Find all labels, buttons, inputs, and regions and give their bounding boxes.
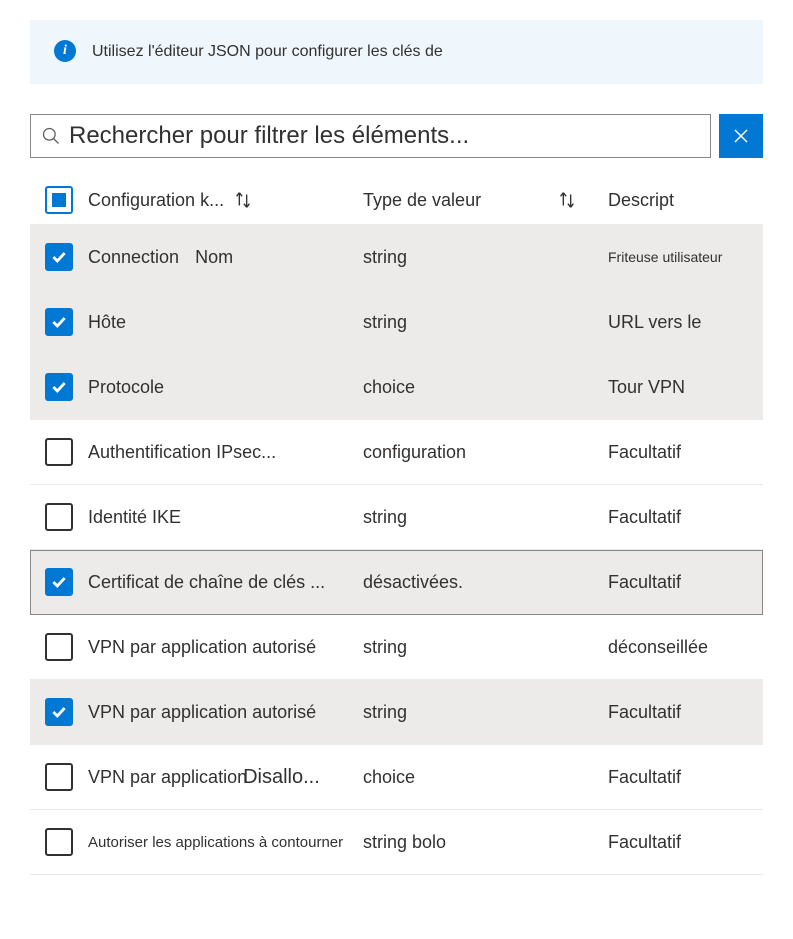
row-name: Authentification IPsec... — [88, 442, 363, 463]
sort-icon — [556, 189, 578, 211]
row-checkbox[interactable] — [45, 698, 73, 726]
row-checkbox[interactable] — [45, 828, 73, 856]
row-type: string — [363, 702, 608, 723]
row-name: Protocole — [88, 377, 363, 398]
table-row[interactable]: Certificat de chaîne de clés ... désactiv… — [30, 550, 763, 615]
row-name: Hôte — [88, 312, 363, 333]
row-name-text: VPN par application autorisé — [88, 637, 316, 658]
row-name: VPN par applicationDisallo... — [88, 766, 363, 789]
row-name: Connection Nom — [88, 247, 363, 268]
column-header-name-label: Configuration k... — [88, 190, 224, 211]
search-icon — [41, 126, 61, 146]
row-name-text: Hôte — [88, 312, 126, 333]
row-description: Friteuse utilisateur — [608, 249, 763, 265]
row-name: Identité IKE — [88, 507, 363, 528]
row-name-text: Connection — [88, 247, 179, 268]
row-checkbox[interactable] — [45, 438, 73, 466]
row-description: URL vers le — [608, 312, 763, 333]
info-banner: i Utilisez l'éditeur JSON pour configure… — [30, 20, 763, 84]
row-description: Facultatif — [608, 507, 763, 528]
select-all-checkbox[interactable] — [45, 186, 73, 214]
row-type: string — [363, 247, 608, 268]
table-row[interactable]: VPN par applicationDisallo...choiceFacul… — [30, 745, 763, 810]
table-row[interactable]: Protocole choiceTour VPN — [30, 355, 763, 420]
row-description: Facultatif — [608, 767, 763, 788]
column-header-description-label: Descript — [608, 190, 674, 211]
row-name-text: Certificat de chaîne de clés ... — [88, 572, 325, 593]
row-name-overlap: Disallo... — [243, 766, 320, 789]
row-type: string bolo — [363, 832, 608, 853]
row-type: string — [363, 637, 608, 658]
row-checkbox[interactable] — [45, 763, 73, 791]
table-row[interactable]: Identité IKE stringFacultatif — [30, 485, 763, 550]
row-description: Facultatif — [608, 442, 763, 463]
row-description: Facultatif — [608, 832, 763, 853]
row-name: Autoriser les applications à contourner — [88, 834, 363, 851]
row-description: Tour VPN — [608, 377, 763, 398]
row-type: string — [363, 312, 608, 333]
row-description: déconseillée — [608, 637, 763, 658]
row-name: VPN par application autorisé — [88, 702, 363, 723]
row-type: choice — [363, 377, 608, 398]
row-name-text: VPN par application autorisé — [88, 702, 316, 723]
config-table: Configuration k... Type de valeur Descri… — [30, 176, 763, 875]
row-checkbox[interactable] — [45, 503, 73, 531]
row-name-text: Identité IKE — [88, 507, 181, 528]
clear-search-button[interactable] — [719, 114, 763, 158]
search-box[interactable] — [30, 114, 711, 158]
row-description: Facultatif — [608, 702, 763, 723]
row-name-text: Autoriser les applications à contourner — [88, 834, 343, 851]
column-header-name[interactable]: Configuration k... — [88, 189, 363, 211]
search-row — [30, 114, 763, 158]
table-row[interactable]: Hôte stringURL vers le — [30, 290, 763, 355]
column-header-type[interactable]: Type de valeur — [363, 189, 608, 211]
row-name-extra: Nom — [195, 247, 233, 268]
row-type: choice — [363, 767, 608, 788]
row-name-text: VPN par application — [88, 767, 247, 788]
column-header-description[interactable]: Descript — [608, 190, 763, 211]
row-type: configuration — [363, 442, 608, 463]
row-type: string — [363, 507, 608, 528]
row-checkbox[interactable] — [45, 633, 73, 661]
info-banner-text: Utilisez l'éditeur JSON pour configurer … — [92, 40, 443, 64]
row-type: désactivées. — [363, 572, 608, 593]
row-name: VPN par application autorisé — [88, 637, 363, 658]
row-checkbox[interactable] — [45, 568, 73, 596]
table-header: Configuration k... Type de valeur Descri… — [30, 176, 763, 225]
column-header-type-label: Type de valeur — [363, 190, 481, 211]
row-checkbox[interactable] — [45, 308, 73, 336]
table-row[interactable]: VPN par application autorisé stringFacult… — [30, 680, 763, 745]
table-row[interactable]: Autoriser les applications à contourner s… — [30, 810, 763, 875]
table-row[interactable]: Connection Nom stringFriteuse utilisateur — [30, 225, 763, 290]
row-name: Certificat de chaîne de clés ... — [88, 572, 363, 593]
row-name-text: Authentification IPsec... — [88, 442, 276, 463]
table-row[interactable]: Authentification IPsec... configurationFa… — [30, 420, 763, 485]
row-description: Facultatif — [608, 572, 763, 593]
table-row[interactable]: VPN par application autorisé stringdécons… — [30, 615, 763, 680]
sort-icon — [232, 189, 254, 211]
row-checkbox[interactable] — [45, 243, 73, 271]
row-checkbox[interactable] — [45, 373, 73, 401]
row-name-text: Protocole — [88, 377, 164, 398]
info-icon: i — [54, 40, 76, 62]
search-input[interactable] — [69, 122, 700, 150]
close-icon — [733, 128, 749, 144]
